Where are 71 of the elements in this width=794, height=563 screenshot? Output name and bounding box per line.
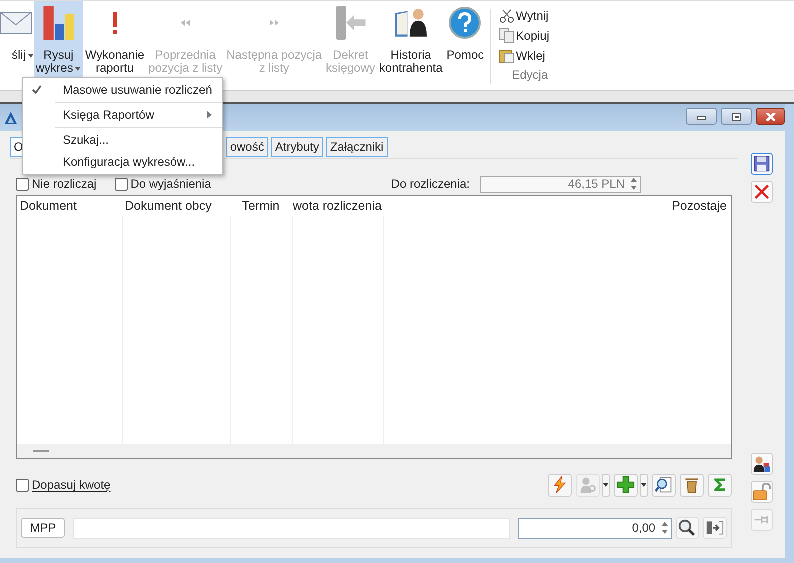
search-icon: [678, 519, 696, 537]
menu-item[interactable]: Księga Raportów: [23, 104, 222, 126]
caret-icon: [75, 66, 82, 71]
person-arrows-icon: [752, 455, 770, 473]
checkbox[interactable]: Dopasuj kwotę: [16, 478, 111, 492]
spinner-arrows-icon: [660, 521, 669, 535]
plus-icon: [617, 476, 635, 494]
maximize-icon: [730, 112, 742, 120]
caret-icon: [641, 483, 647, 487]
toolbar-button[interactable]: [548, 474, 572, 496]
spinner-arrows-icon: [630, 177, 638, 191]
tab[interactable]: Atrybuty: [271, 137, 324, 157]
submenu-arrow-icon: [207, 111, 212, 119]
text-field[interactable]: [73, 518, 510, 538]
tab[interactable]: owość: [226, 137, 268, 157]
ribbon-button[interactable]: Historia kontrahenta: [377, 1, 445, 81]
scissors-icon: [499, 8, 516, 24]
save-button[interactable]: [750, 153, 772, 175]
ribbon-small-button[interactable]: Kopiuj: [499, 27, 562, 45]
help-icon: [449, 6, 482, 40]
column-header[interactable]: Dokument: [17, 199, 122, 213]
dropdown-button[interactable]: [640, 474, 648, 496]
caret-icon: [603, 483, 609, 487]
menu-item[interactable]: Masowe usuwanie rozliczeń: [23, 79, 222, 101]
ribbon-small-button[interactable]: Wytnij: [499, 7, 562, 25]
arrow-into-bracket-icon: [706, 519, 724, 537]
unlock-button[interactable]: [750, 481, 772, 503]
open-padlock-icon: [752, 483, 770, 501]
ribbon-small-button[interactable]: Wklej: [499, 47, 562, 65]
ribbon-button[interactable]: Pomoc: [444, 1, 486, 81]
clipboard-icon: [499, 48, 516, 64]
link-button[interactable]: [703, 517, 727, 539]
app-logo-icon: [4, 110, 18, 124]
mpp-button[interactable]: MPP: [21, 518, 66, 538]
close-icon: [764, 112, 776, 120]
column-header[interactable]: Dokument obcy: [122, 199, 229, 213]
person-gear-icon: [579, 476, 597, 494]
envelope-icon: [0, 12, 32, 34]
column-header[interactable]: Termin: [229, 199, 290, 213]
group-label: Edycja: [511, 68, 550, 82]
minimize-button[interactable]: [686, 108, 717, 125]
double-left-arrow-icon: [181, 20, 190, 26]
caret-icon: [28, 54, 34, 58]
bar-chart-icon: [42, 6, 75, 40]
toolbar-button[interactable]: [614, 474, 638, 496]
close-button[interactable]: [756, 108, 785, 125]
binder-arrow-icon: [334, 6, 367, 40]
tab[interactable]: Załączniki: [326, 137, 388, 157]
document-search-icon: [655, 476, 673, 494]
contractor-button[interactable]: [750, 453, 772, 475]
search-button[interactable]: [676, 517, 700, 539]
field-label: Do rozliczenia:: [391, 177, 470, 191]
maximize-button[interactable]: [721, 108, 752, 125]
checkbox[interactable]: Nie rozliczaj: [16, 177, 97, 191]
toolbar-button[interactable]: [652, 474, 676, 496]
lightning-icon: [551, 476, 569, 494]
amount-field[interactable]: 0,00: [518, 518, 672, 538]
exclamation-icon: [112, 12, 117, 34]
double-right-arrow-icon: [270, 20, 279, 26]
ribbon-button[interactable]: ślij: [0, 1, 34, 81]
copy-icon: [499, 28, 516, 44]
trash-icon: [683, 476, 701, 494]
column-header[interactable]: wota rozliczenia: [290, 199, 380, 213]
toolbar-button[interactable]: [680, 474, 704, 496]
amount-field[interactable]: 46,15 PLN: [480, 176, 641, 192]
delete-button[interactable]: [750, 181, 772, 203]
checkbox[interactable]: Do wyjaśnienia: [114, 177, 212, 191]
book-person-icon: [395, 6, 428, 40]
cross-icon: [752, 183, 770, 201]
toolbar-button[interactable]: [708, 474, 732, 496]
ribbon-button[interactable]: Wykonanie raportu: [83, 1, 147, 81]
